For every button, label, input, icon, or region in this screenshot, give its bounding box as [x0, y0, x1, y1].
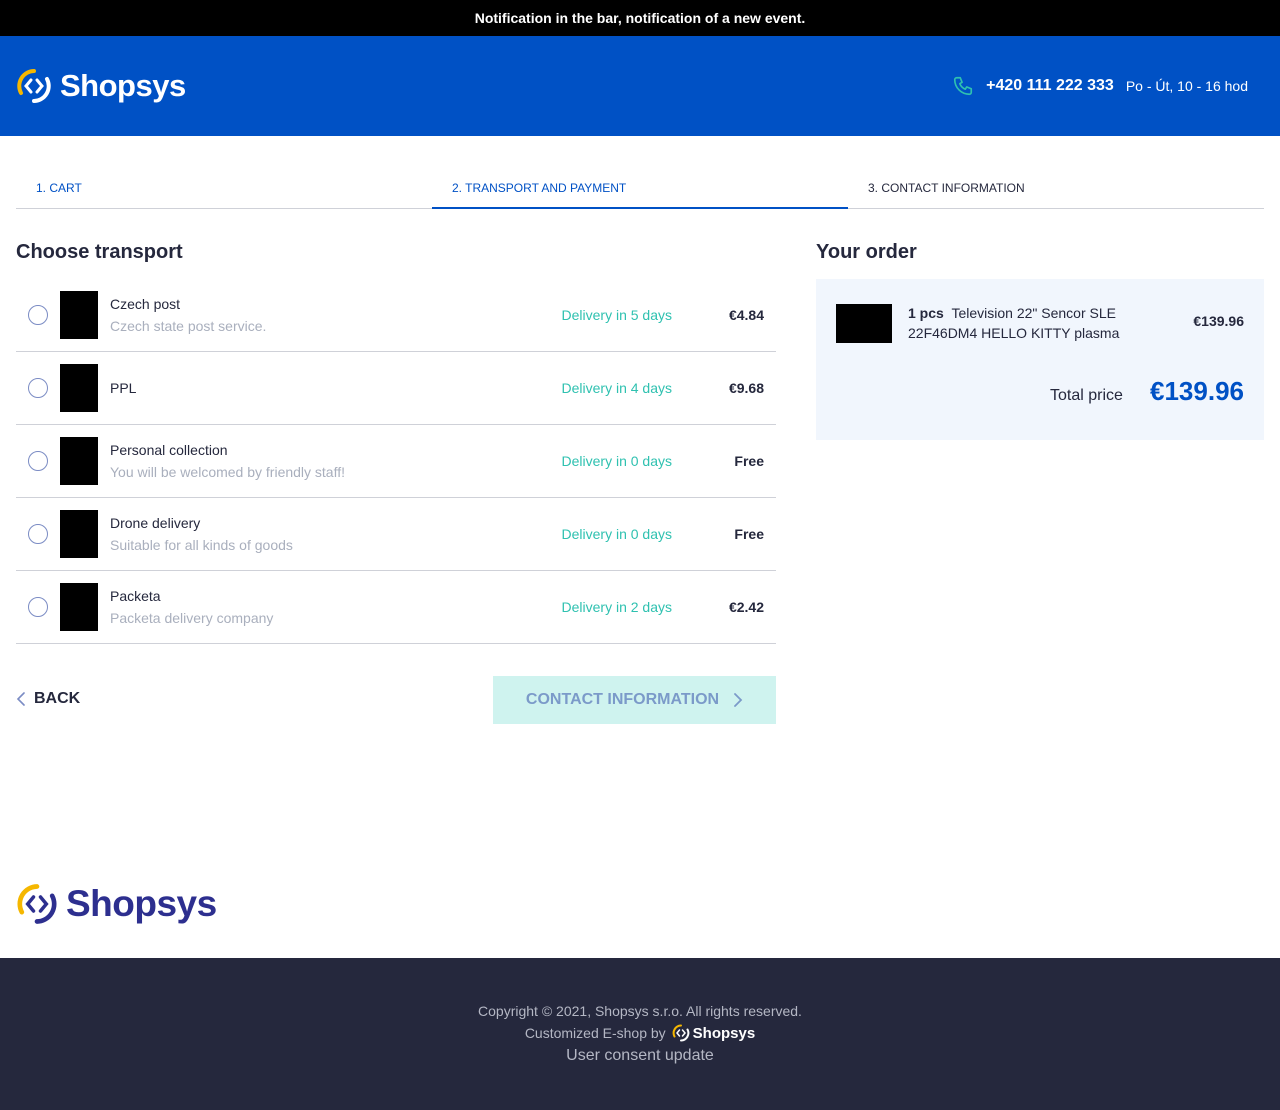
notification-bar: Notification in the bar, notification of… [0, 0, 1280, 36]
contact-information-button[interactable]: Contact information [493, 676, 776, 724]
transport-radio[interactable] [28, 451, 48, 471]
transport-price: €4.84 [728, 307, 764, 323]
transport-delivery-time: Delivery in 0 days [561, 526, 673, 542]
order-summary: 1 pcs Television 22" Sencor SLE 22F46DM4… [816, 279, 1264, 440]
transport-image [60, 583, 98, 631]
transport-name: Personal collection [110, 442, 228, 458]
transport-title: Choose transport [16, 241, 183, 263]
transport-delivery-time: Delivery in 0 days [561, 453, 673, 469]
step-cart[interactable]: 1. Cart [16, 172, 432, 208]
phone-icon [954, 76, 973, 96]
logo-text: Shopsys [60, 68, 186, 103]
notification-text: Notification in the bar, notification of… [474, 10, 806, 26]
transport-option-drone-delivery[interactable]: Drone delivery Suitable for all kinds of… [16, 498, 776, 571]
back-label: Back [34, 690, 81, 707]
footer-logo[interactable]: Shopsys [16, 883, 217, 925]
transport-image [60, 291, 98, 339]
transport-price: €9.68 [728, 380, 764, 396]
transport-option-ppl[interactable]: PPL Delivery in 4 days €9.68 [16, 352, 776, 425]
transport-description: Suitable for all kinds of goods [110, 537, 293, 553]
transport-radio[interactable] [28, 305, 48, 325]
chevron-left-icon [16, 692, 25, 706]
total-price-label: Total price [1050, 387, 1123, 404]
opening-hours: Po - Út, 10 - 16 hod [1125, 78, 1248, 94]
transport-name: Drone delivery [110, 515, 201, 531]
shopsys-logo-icon [672, 1024, 689, 1042]
order-item-quantity: 1 pcs [908, 305, 944, 321]
phone-number[interactable]: +420 111 222 333 [986, 77, 1114, 95]
chevron-right-icon [734, 693, 743, 707]
order-title: Your order [816, 241, 917, 263]
transport-radio[interactable] [28, 597, 48, 617]
order-item-price: €139.96 [1193, 313, 1244, 329]
shopsys-small-logo[interactable]: Shopsys [672, 1024, 756, 1042]
order-item: 1 pcs Television 22" Sencor SLE 22F46DM4… [836, 303, 1244, 343]
transport-description: You will be welcomed by friendly staff! [110, 464, 346, 480]
back-button[interactable]: Back [16, 690, 80, 708]
transport-option-czech-post[interactable]: Czech post Czech state post service. Del… [16, 279, 776, 352]
user-consent-link[interactable]: User consent update [0, 1047, 1280, 1065]
transport-list: Czech post Czech state post service. Del… [16, 279, 776, 644]
transport-image [60, 364, 98, 412]
transport-price: Free [734, 453, 764, 469]
total-price-value: €139.96 [1150, 376, 1244, 406]
footer-logo-text: Shopsys [66, 883, 217, 924]
transport-price: €2.42 [728, 599, 764, 615]
customized-text: Customized E-shop by [524, 1025, 666, 1041]
transport-delivery-time: Delivery in 2 days [561, 599, 673, 615]
shopsys-logo-icon [17, 69, 51, 103]
transport-name: Czech post [110, 296, 181, 312]
transport-name: PPL [110, 380, 137, 396]
step-contact-information: 3. Contact information [868, 181, 1025, 195]
transport-delivery-time: Delivery in 5 days [561, 307, 673, 323]
site-footer: Copyright © 2021, Shopsys s.r.o. All rig… [0, 958, 1280, 1110]
small-logo-text: Shopsys [692, 1024, 756, 1042]
step-transport-payment[interactable]: 2. Transport and payment [432, 172, 848, 209]
header-logo[interactable]: Shopsys [16, 68, 186, 104]
shopsys-logo-icon [17, 884, 57, 924]
next-label: Contact information [525, 691, 720, 708]
transport-radio[interactable] [28, 378, 48, 398]
transport-option-packeta[interactable]: Packeta Packeta delivery company Deliver… [16, 571, 776, 644]
transport-description: Czech state post service. [110, 318, 267, 334]
transport-image [60, 437, 98, 485]
customized-by: Customized E-shop by Shopsys [0, 1024, 1280, 1042]
site-header: Shopsys +420 111 222 333 Po - Út, 10 - 1… [0, 36, 1280, 136]
transport-name: Packeta [110, 588, 161, 604]
checkout-steps: 1. Cart 2. Transport and payment 3. Cont… [16, 172, 1264, 209]
transport-description: Packeta delivery company [110, 610, 274, 626]
transport-radio[interactable] [28, 524, 48, 544]
transport-delivery-time: Delivery in 4 days [561, 380, 673, 396]
transport-option-personal-collection[interactable]: Personal collection You will be welcomed… [16, 425, 776, 498]
transport-image [60, 510, 98, 558]
transport-price: Free [734, 526, 764, 542]
copyright-text: Copyright © 2021, Shopsys s.r.o. All rig… [478, 1003, 802, 1019]
header-contact: +420 111 222 333 Po - Út, 10 - 16 hod [952, 75, 1248, 97]
order-item-image [836, 304, 892, 343]
